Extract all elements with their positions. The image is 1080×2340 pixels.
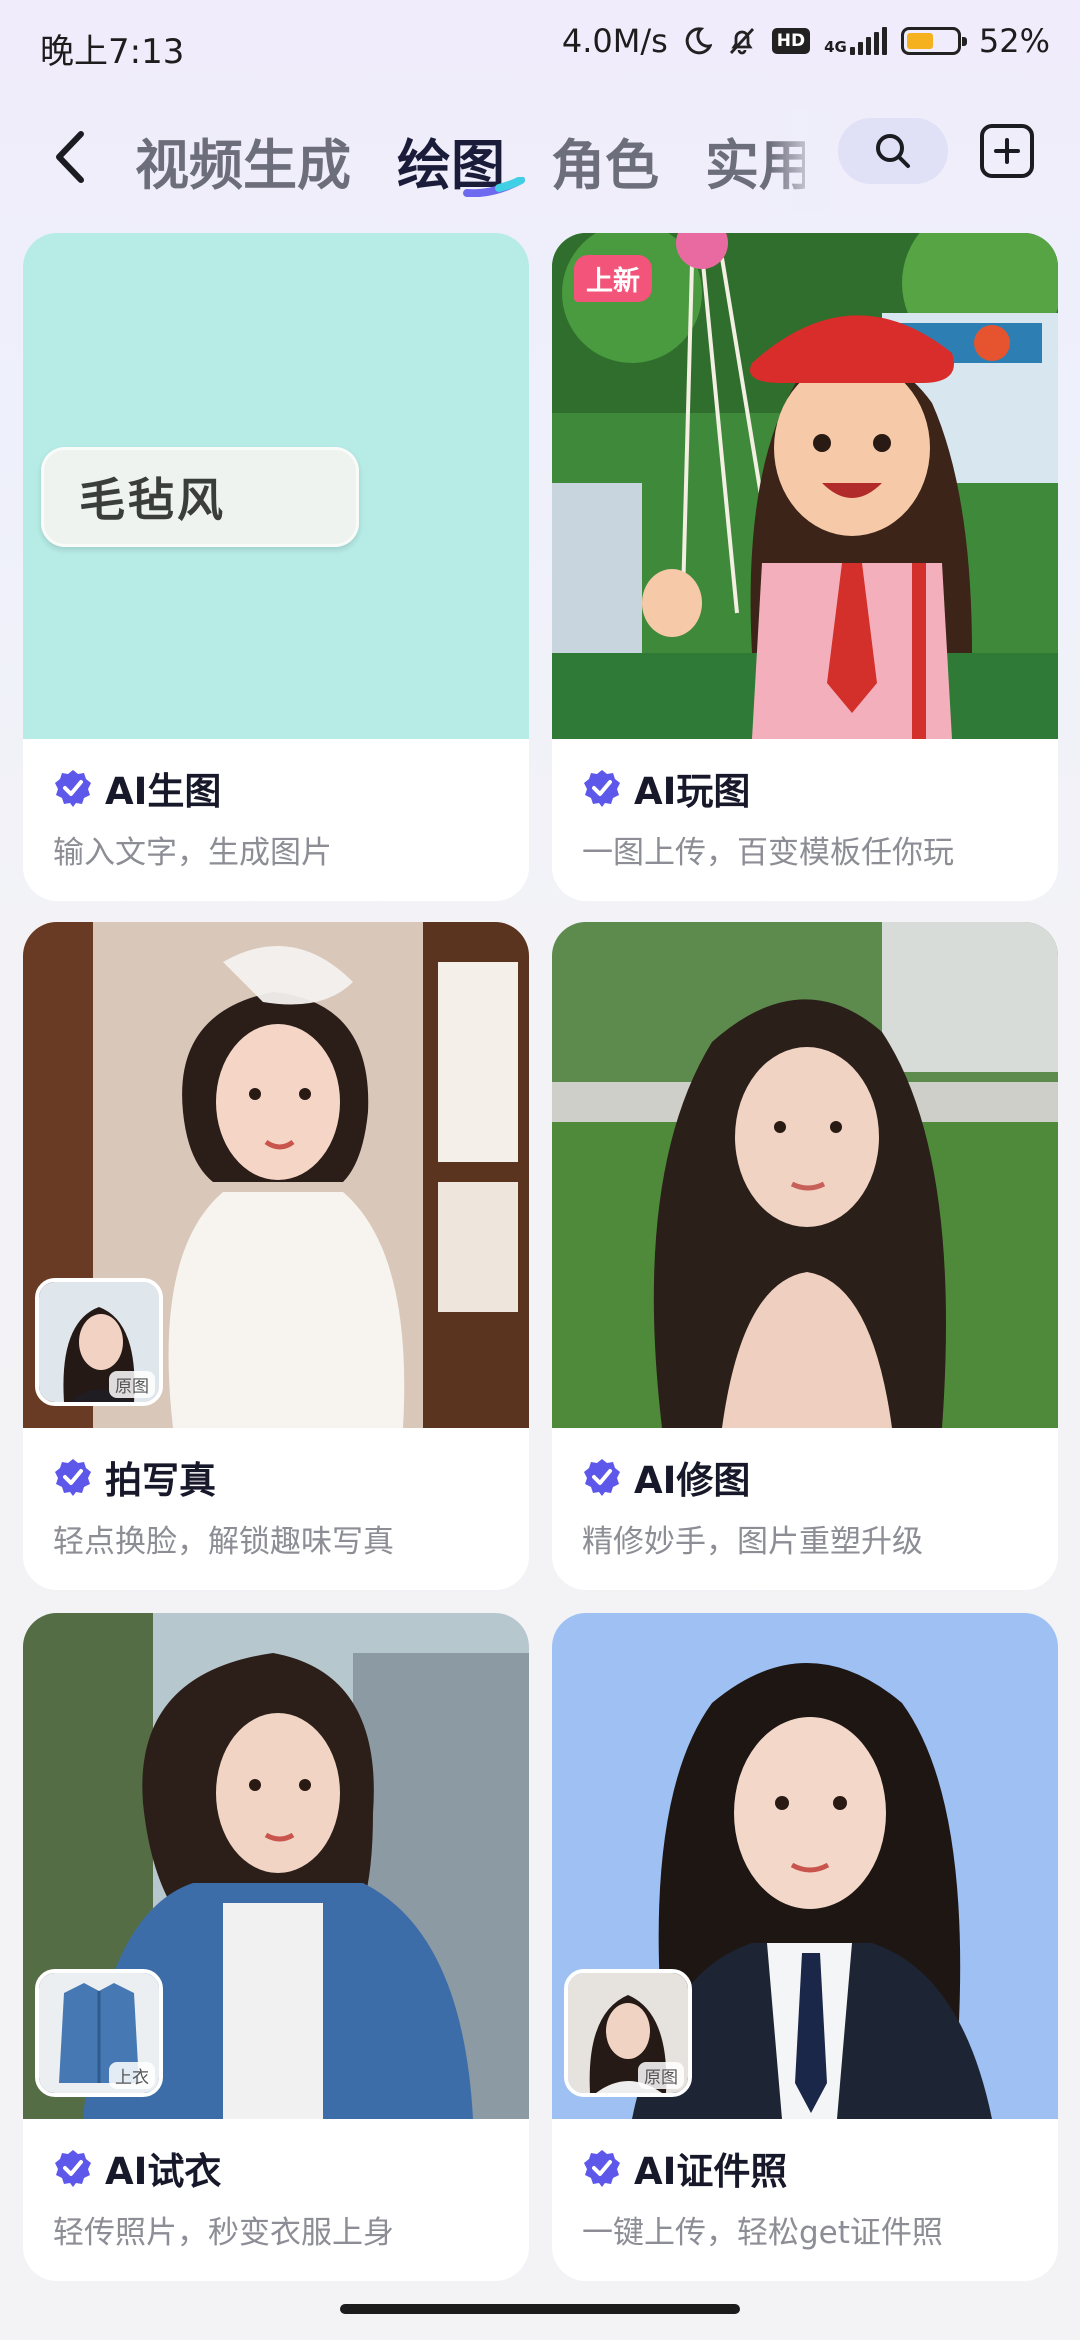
back-button[interactable] [40,122,100,192]
status-time: 晚上7:13 [40,32,185,72]
card-title-row: AI试衣 [53,2141,221,2195]
card-ai-try-on[interactable]: 上衣 AI试衣 轻传照片，秒变衣服上身 [23,1613,529,2281]
search-icon [876,134,910,168]
top-nav: 视频生成 绘图 角色 实用 [0,110,1080,210]
retouch-photo [552,922,1058,1428]
verified-icon [584,2150,620,2187]
thumbnail-label: 原图 [638,2062,684,2089]
status-icons: 4.0M/s HD 4G 52% [562,22,1050,60]
thumbnail-label: 上衣 [109,2062,155,2089]
card-title-row: AI玩图 [582,761,750,815]
card-subtitle: 轻传照片，秒变衣服上身 [53,2215,394,2251]
card-ai-image-generation[interactable]: 毛毡风 AI生图 输入文字，生成图片 [23,233,529,901]
card-title-row: AI生图 [53,761,221,815]
thumbnail-label: 原图 [109,1371,155,1398]
verified-icon [55,2150,91,2187]
card-image-id-photo: 原图 [552,1613,1058,2119]
card-title: AI修图 [634,1459,751,1502]
felt-style-label: 毛毡风 [41,447,359,547]
verified-icon [584,770,620,807]
new-badge: 上新 [574,255,652,302]
hd-icon: HD [771,28,811,54]
chevron-left-icon [56,131,84,183]
tab-character[interactable]: 角色 [551,121,659,200]
card-ai-id-photo[interactable]: 原图 AI证件照 一键上传，轻松get证件照 [552,1613,1058,2281]
original-photo-thumbnail: 原图 [35,1278,163,1406]
status-bar: 晚上7:13 4.0M/s HD 4G 52% [0,0,1080,92]
card-title: AI证件照 [634,2150,788,2193]
network-type: 4G [824,38,847,56]
card-subtitle: 输入文字，生成图片 [53,835,332,871]
clothing-thumbnail: 上衣 [35,1969,163,2097]
pixel-art-illustration [552,233,1058,739]
card-title-row: 拍写真 [53,1450,216,1504]
card-subtitle: 轻点换脸，解锁趣味写真 [53,1524,394,1560]
search-button[interactable] [838,118,948,184]
card-title-row: AI证件照 [582,2141,787,2195]
category-tabs: 视频生成 绘图 角色 实用 [135,110,805,210]
verified-icon [584,1459,620,1496]
add-button[interactable] [980,124,1034,178]
moon-icon [685,27,712,55]
card-subtitle: 一图上传，百变模板任你玩 [582,835,954,871]
original-photo-thumbnail: 原图 [564,1969,692,2097]
felt-style-text: 毛毡风 [79,473,226,527]
tab-active-indicator [463,176,525,197]
card-title: AI生图 [105,770,222,813]
tabs-fade [770,110,830,210]
net-speed: 4.0M/s [561,22,668,60]
card-ai-play[interactable]: 上新 AI玩图 一图上传，百变模板任你玩 [552,233,1058,901]
card-image-portrait: 原图 [23,922,529,1428]
verified-icon [55,1459,91,1496]
card-image-felt-style: 毛毡风 [23,233,529,739]
card-subtitle: 一键上传，轻松get证件照 [582,2215,943,2251]
card-image-retouch [552,922,1058,1428]
tab-drawing[interactable]: 绘图 [397,121,525,200]
card-title-row: AI修图 [582,1450,750,1504]
tab-video-generation[interactable]: 视频生成 [135,121,351,200]
signal-icon: 4G [824,27,887,55]
card-image-try-on: 上衣 [23,1613,529,2119]
home-indicator[interactable] [340,2304,740,2314]
verified-icon [55,770,91,807]
card-ai-retouch[interactable]: AI修图 精修妙手，图片重塑升级 [552,922,1058,1590]
card-image-pixel-girl: 上新 [552,233,1058,739]
plus-square-icon [994,138,1020,164]
card-subtitle: 精修妙手，图片重塑升级 [582,1524,923,1560]
card-title: AI试衣 [105,2150,222,2193]
card-title: AI玩图 [634,770,751,813]
battery-percent: 52% [978,22,1050,60]
card-title: 拍写真 [105,1459,216,1502]
card-photo-portrait[interactable]: 原图 拍写真 轻点换脸，解锁趣味写真 [23,922,529,1590]
bell-off-icon [729,28,754,55]
battery-icon [900,27,967,55]
